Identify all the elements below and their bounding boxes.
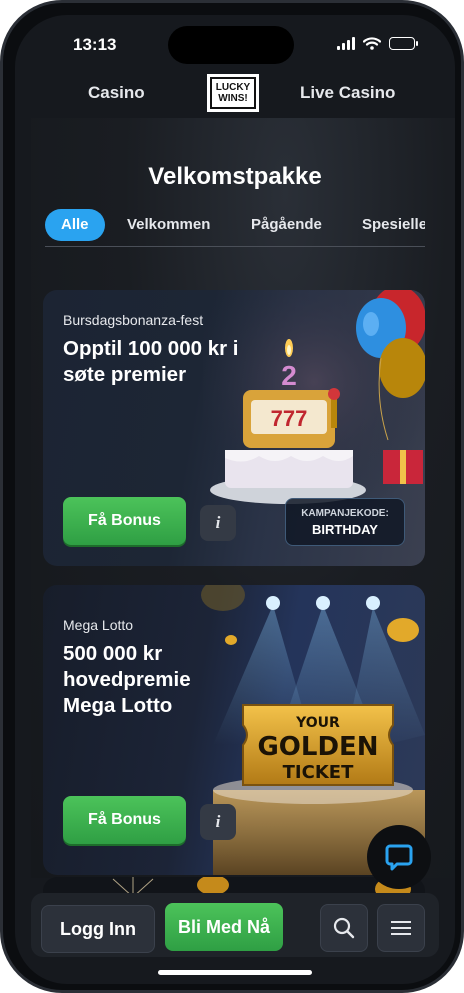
phone-frame: 13:13 Casino LUCKY WINS! Live Casino Vel…	[0, 0, 464, 993]
promo-code-badge[interactable]: KAMPANJEKODE: BIRTHDAY	[285, 498, 405, 546]
ticket-line-2: GOLDEN	[257, 732, 378, 762]
promo-headline: 500 000 kr hovedpremie Mega Lotto	[63, 642, 191, 717]
promo-card-birthday[interactable]: 777 2 Bursdagsbonanza-fest Opptil 100 00…	[43, 290, 425, 566]
wifi-icon	[363, 37, 381, 50]
promo-eyebrow: Bursdagsbonanza-fest	[63, 312, 204, 328]
search-button[interactable]	[320, 904, 368, 952]
ticket-line-1: YOUR	[295, 715, 340, 731]
status-time: 13:13	[73, 35, 117, 54]
chat-button[interactable]	[367, 825, 431, 889]
promo-eyebrow: Mega Lotto	[63, 617, 134, 633]
cake-digits: 777	[271, 406, 308, 431]
chat-icon	[385, 844, 413, 871]
login-button[interactable]: Logg Inn	[41, 905, 155, 953]
birthday-cake-illustration: 777 2	[203, 290, 425, 520]
info-button[interactable]: i	[200, 804, 236, 840]
get-bonus-button[interactable]: Få Bonus	[63, 497, 186, 545]
logo-line-2: WINS!	[218, 93, 248, 104]
app-screen: 13:13 Casino LUCKY WINS! Live Casino Vel…	[15, 15, 455, 984]
lucky-wins-logo[interactable]: LUCKY WINS!	[207, 74, 259, 112]
tab-special[interactable]: Spesielle	[362, 209, 425, 241]
promo-headline: Opptil 100 000 kr i søte premier	[63, 337, 239, 386]
page-title: Velkomstpakke	[148, 163, 322, 190]
nav-live-casino-link[interactable]: Live Casino	[300, 83, 395, 103]
signal-icon	[337, 37, 355, 50]
join-button[interactable]: Bli Med Nå	[165, 903, 283, 951]
dynamic-island	[168, 26, 294, 64]
menu-icon	[391, 921, 411, 935]
candle-number: 2	[281, 360, 297, 391]
home-indicator	[158, 970, 312, 975]
logo-line-1: LUCKY	[215, 82, 251, 93]
tab-welcome[interactable]: Velkommen	[127, 209, 210, 241]
tab-ongoing[interactable]: Pågående	[251, 209, 322, 241]
status-icons	[337, 37, 418, 50]
get-bonus-button[interactable]: Få Bonus	[63, 796, 186, 844]
menu-button[interactable]	[377, 904, 425, 952]
nav-casino-link[interactable]: Casino	[88, 83, 145, 103]
tab-all[interactable]: Alle	[45, 209, 105, 241]
battery-icon	[389, 37, 418, 50]
search-icon	[333, 917, 355, 939]
promo-card-mega-lotto[interactable]: YOUR GOLDEN TICKET Mega Lotto 500 000 kr…	[43, 585, 425, 875]
info-button[interactable]: i	[200, 505, 236, 541]
promo-code-value: BIRTHDAY	[312, 522, 378, 537]
category-tabs: Alle Velkommen Pågående Spesielle	[45, 207, 425, 247]
ticket-line-3: TICKET	[283, 762, 354, 783]
promo-code-label: KAMPANJEKODE:	[301, 508, 389, 519]
